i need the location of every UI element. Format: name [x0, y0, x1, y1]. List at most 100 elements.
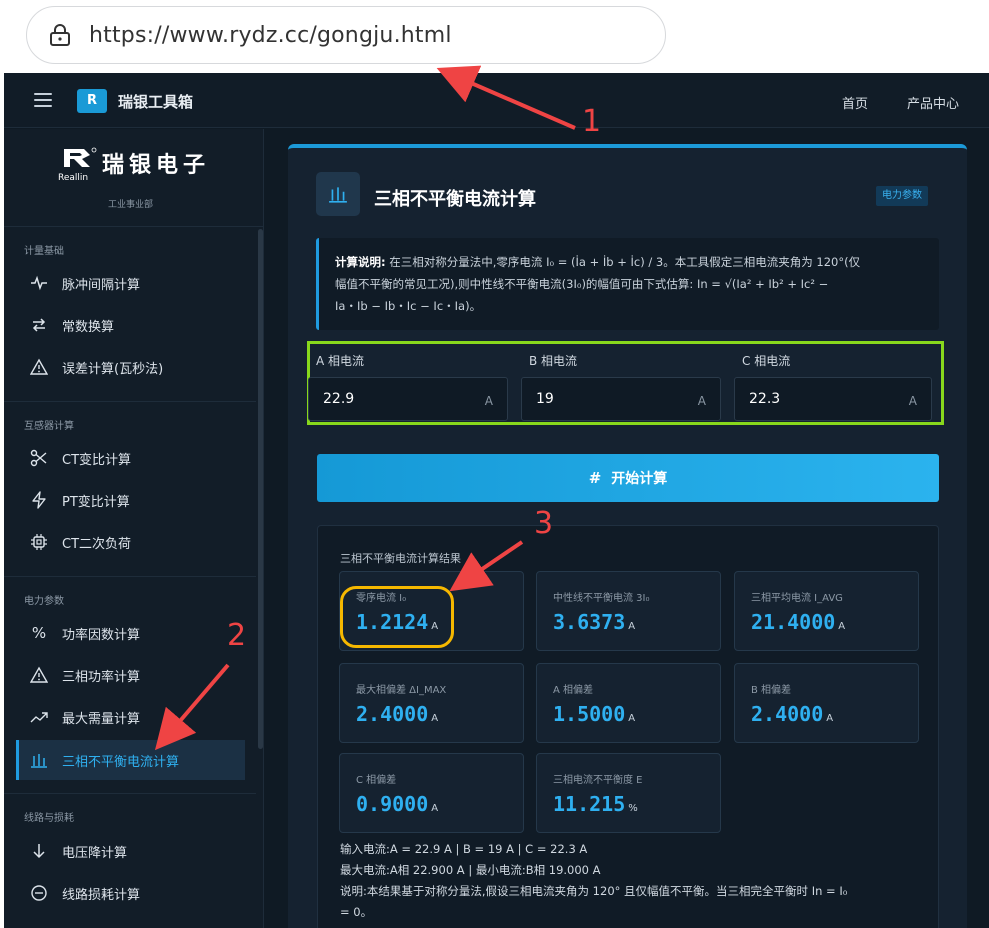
- result-value: 11.215%: [553, 792, 638, 816]
- sidebar-item-label: 三相不平衡电流计算: [62, 754, 180, 770]
- sidebar-item-label: 线路损耗计算: [62, 887, 141, 903]
- result-value: 2.4000 A: [356, 702, 439, 726]
- menu-icon[interactable]: [34, 93, 52, 107]
- result-unit: A: [826, 713, 834, 724]
- logo-text: Reallin: [58, 173, 89, 183]
- result-unit: A: [628, 713, 636, 724]
- result-label: 三相电流不平衡度 E: [553, 775, 643, 786]
- sidebar-item-pt-ratio[interactable]: PT变比计算: [16, 480, 245, 520]
- sidebar-item-ct-ratio[interactable]: CT变比计算: [16, 438, 245, 478]
- sidebar-scrollbar[interactable]: [258, 229, 263, 749]
- input-value: 22.9: [323, 391, 355, 407]
- result-label: C 相偏差: [356, 775, 397, 786]
- sidebar-item-label: CT变比计算: [62, 452, 132, 468]
- phase-a-current-input[interactable]: 22.9 A: [308, 377, 508, 421]
- sidebar-item-three-phase-power[interactable]: 三相功率计算: [16, 655, 245, 695]
- brand-logo[interactable]: R: [77, 89, 107, 113]
- scissors-icon: [30, 449, 47, 467]
- result-card-a-deviation: A 相偏差 1.5000 A: [536, 663, 721, 743]
- minus-circle-icon: [31, 885, 47, 901]
- hash-icon: #: [588, 469, 602, 487]
- brand-name[interactable]: 瑞银工具箱: [118, 91, 193, 112]
- result-card-neutral: 中性线不平衡电流 3I₀ 3.6373 A: [536, 571, 721, 651]
- phase-c-current-input[interactable]: 22.3 A: [734, 377, 932, 421]
- section-title-transformer: 互感器计算: [24, 421, 74, 432]
- highlight-circle: [340, 586, 454, 648]
- phase-b-current-input[interactable]: 19 A: [521, 377, 721, 421]
- pulse-icon: [31, 275, 47, 291]
- input-unit: A: [908, 394, 917, 408]
- result-title: 三相不平衡电流计算结果: [340, 552, 461, 565]
- result-unit: A: [431, 803, 439, 814]
- sidebar-item-label: 常数换算: [62, 319, 115, 335]
- result-value: 2.4000 A: [751, 702, 834, 726]
- url-text: https://www.rydz.cc/gongju.html: [89, 22, 452, 48]
- sidebar-item-label: 功率因数计算: [62, 627, 141, 643]
- result-label: 中性线不平衡电流 3I₀: [553, 593, 650, 604]
- summary-line: = 0。: [340, 905, 373, 919]
- result-card-c-deviation: C 相偏差 0.9000 A: [339, 753, 524, 833]
- nav-products-link[interactable]: 产品中心: [907, 93, 959, 112]
- sidebar-item-label: PT变比计算: [62, 494, 130, 510]
- sidebar-item-voltage-drop[interactable]: 电压降计算: [16, 831, 245, 871]
- input-label-b: B 相电流: [529, 354, 578, 368]
- trend-icon: [30, 712, 48, 723]
- company-logo-area: Reallin 瑞银电子 工业事业部: [4, 129, 264, 227]
- bars-icon: [329, 187, 347, 203]
- divider: [4, 576, 256, 577]
- percent-icon: %: [31, 624, 47, 642]
- sidebar-item-unbalance-current[interactable]: 三相不平衡电流计算: [16, 740, 245, 780]
- arrow-down-icon: [33, 844, 45, 859]
- swap-icon: [32, 318, 46, 332]
- sidebar-item-ct-burden[interactable]: CT二次负荷: [16, 522, 245, 562]
- lightning-icon: [32, 491, 46, 509]
- sidebar-item-constant-convert[interactable]: 常数换算: [16, 305, 245, 345]
- input-label-c: C 相电流: [742, 354, 791, 368]
- result-unit: A: [431, 713, 439, 724]
- sidebar-item-label: 最大需量计算: [62, 711, 141, 727]
- category-tag: 电力参数: [876, 186, 928, 206]
- sidebar-item-label: 脉冲间隔计算: [62, 277, 141, 293]
- result-unit: A: [838, 621, 846, 632]
- annotation-number-1: 1: [582, 104, 602, 139]
- sidebar-item-label: CT二次负荷: [62, 536, 132, 552]
- explain-text: 幅值不平衡的常见工况),则中性线不平衡电流(3I₀)的幅值可由下式估算: In …: [335, 277, 829, 291]
- calculator-card: 三相不平衡电流计算 电力参数 计算说明: 在三相对称分量法中,零序电流 I₀ =…: [288, 144, 967, 928]
- sidebar-item-label: 误差计算(瓦秒法): [62, 361, 164, 377]
- calculate-button[interactable]: # 开始计算: [317, 454, 939, 502]
- divider: [4, 401, 256, 402]
- sidebar-item-pulse-interval[interactable]: 脉冲间隔计算: [16, 263, 245, 303]
- result-value: 1.5000 A: [553, 702, 636, 726]
- nav-home-link[interactable]: 首页: [842, 93, 868, 112]
- sidebar-item-power-factor[interactable]: % 功率因数计算: [16, 613, 245, 653]
- browser-address-bar: https://www.rydz.cc/gongju.html: [0, 0, 989, 72]
- result-card-b-deviation: B 相偏差 2.4000 A: [734, 663, 919, 743]
- header-icon-box: [316, 172, 360, 216]
- main-content: 三相不平衡电流计算 电力参数 计算说明: 在三相对称分量法中,零序电流 I₀ =…: [264, 129, 989, 928]
- summary-line: 输入电流:A = 22.9 A | B = 19 A | C = 22.3 A: [340, 842, 588, 856]
- warning-icon: [30, 358, 48, 375]
- result-value: 3.6373 A: [553, 610, 636, 634]
- input-group: A 相电流 22.9 A B 相电流 19 A C 相电流 22.3 A: [307, 341, 944, 425]
- section-title-metering: 计量基础: [24, 246, 64, 257]
- section-title-lines: 线路与损耗: [24, 813, 74, 824]
- result-summary: 输入电流:A = 22.9 A | B = 19 A | C = 22.3 A …: [340, 839, 930, 923]
- explain-text: 在三相对称分量法中,零序电流 I₀ = (İa + İb + İc) / 3。本…: [389, 255, 861, 269]
- annotation-number-2: 2: [227, 618, 247, 653]
- url-field[interactable]: https://www.rydz.cc/gongju.html: [26, 6, 666, 64]
- chip-icon: [31, 534, 47, 550]
- sidebar-item-max-demand[interactable]: 最大需量计算: [16, 697, 245, 737]
- annotation-number-3: 3: [534, 506, 554, 541]
- company-subtitle: 工业事业部: [108, 200, 154, 210]
- calculate-button-label: 开始计算: [611, 471, 668, 487]
- lock-icon[interactable]: [47, 22, 73, 48]
- explain-text: Ia・Ib − Ib・Ic − Ic・Ia)。: [335, 299, 482, 313]
- summary-line: 说明:本结果基于对称分量法,假设三相电流夹角为 120° 且仅幅值不平衡。当三相…: [340, 884, 848, 898]
- result-card-unbalance: 三相电流不平衡度 E 11.215%: [536, 753, 721, 833]
- sidebar-item-error-calc[interactable]: 误差计算(瓦秒法): [16, 347, 245, 387]
- company-name: 瑞银电子: [102, 153, 211, 178]
- result-label: 三相平均电流 I_AVG: [751, 593, 843, 604]
- sidebar-item-line-loss[interactable]: 线路损耗计算: [16, 873, 245, 913]
- sidebar: Reallin 瑞银电子 工业事业部 计量基础 脉冲间隔计算 常数换算 误差计算…: [4, 129, 264, 928]
- result-value: 0.9000 A: [356, 792, 439, 816]
